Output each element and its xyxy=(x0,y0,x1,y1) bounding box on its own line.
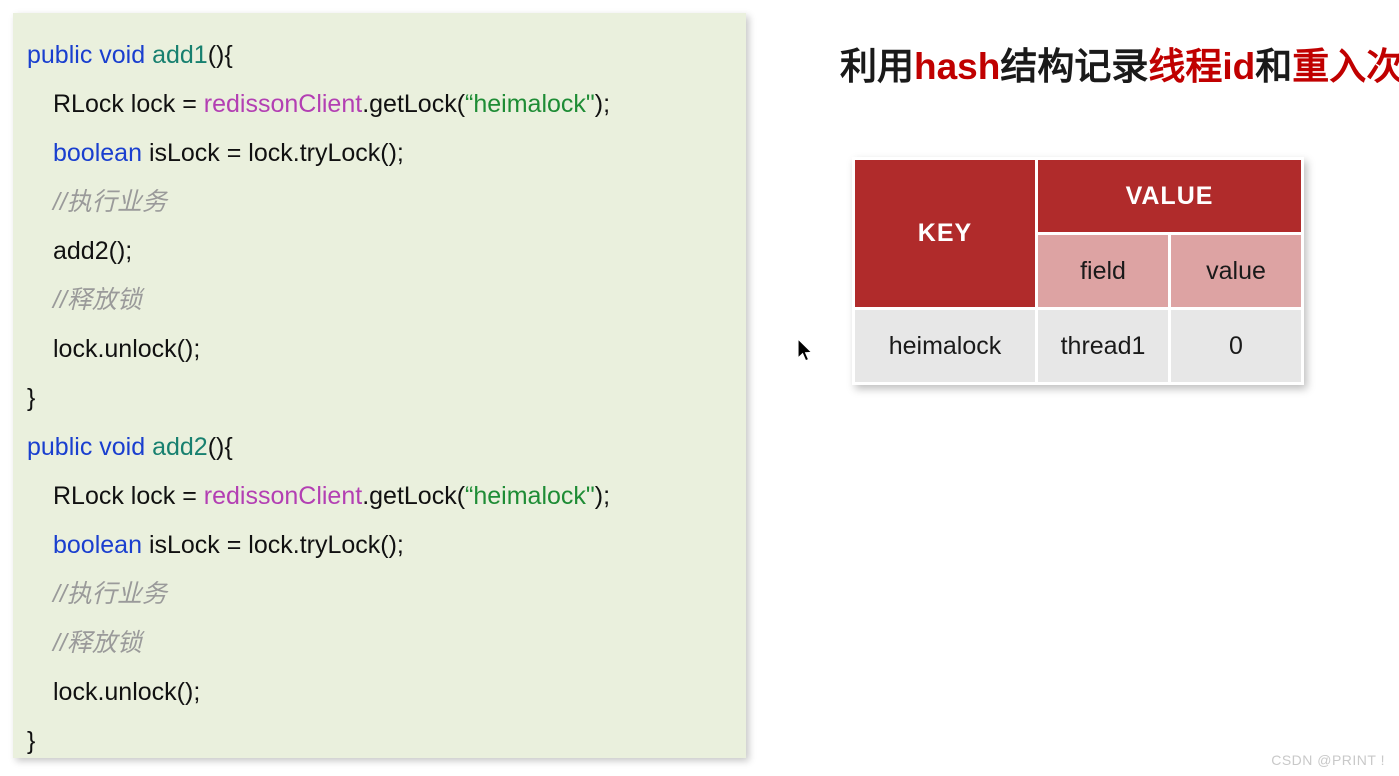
code-token-str: “heimalock" xyxy=(465,90,595,118)
code-token-cmt: //释放锁 xyxy=(53,629,142,657)
cell-key: heimalock xyxy=(855,310,1035,382)
cell-value: 0 xyxy=(1171,310,1301,382)
code-token-cmt: //执行业务 xyxy=(53,188,167,216)
code-token-plain: isLock = lock.tryLock(); xyxy=(148,139,404,167)
code-token-plain: .getLock( xyxy=(362,90,466,118)
code-token-plain: } xyxy=(27,384,36,412)
code-token-method: add2 xyxy=(152,433,208,461)
code-token-plain: RLock lock = xyxy=(53,482,204,510)
code-token-cmt: //释放锁 xyxy=(53,286,142,314)
csdn-watermark: CSDN @PRINT ! xyxy=(1271,752,1385,768)
code-token-kw: public void xyxy=(27,41,153,69)
right-pane: 利用hash结构记录线程id和重入次数 KEY VALUE field valu… xyxy=(770,0,1399,776)
code-token-kw: public void xyxy=(27,433,153,461)
code-line-9: public void add2(){ xyxy=(13,423,746,472)
code-token-plain: RLock lock = xyxy=(53,90,204,118)
code-line-8: } xyxy=(13,374,746,423)
code-line-6: //释放锁 xyxy=(13,276,746,325)
title-segment-1: 利用 xyxy=(840,46,914,87)
title-segment-2: hash xyxy=(914,46,1001,87)
code-token-plain: (){ xyxy=(207,41,233,69)
title-segment-4: 线程id xyxy=(1148,46,1256,87)
table-header-row-1: KEY VALUE xyxy=(855,160,1301,307)
title-segment-3: 结构记录 xyxy=(1000,46,1149,87)
code-line-10: RLock lock = redissonClient.getLock(“hei… xyxy=(13,472,746,521)
code-line-1: public void add1(){ xyxy=(13,31,746,80)
code-token-plain: isLock = lock.tryLock(); xyxy=(148,531,404,559)
code-line-7: lock.unlock(); xyxy=(13,325,746,374)
code-token-plain: ); xyxy=(594,90,611,118)
table-subheader-field: field xyxy=(1038,235,1168,307)
title-segment-6: 重入次数 xyxy=(1292,46,1399,87)
code-token-kw: boolean xyxy=(53,139,149,167)
code-token-method: add1 xyxy=(152,41,208,69)
table-subheader-value: value xyxy=(1171,235,1301,307)
table-header-value: VALUE xyxy=(1038,160,1301,232)
code-token-plain: ); xyxy=(594,482,611,510)
code-line-15: } xyxy=(13,717,746,766)
code-line-3: boolean isLock = lock.tryLock(); xyxy=(13,129,746,178)
table-row: heimalock thread1 0 xyxy=(855,310,1301,382)
code-token-plain: lock.unlock(); xyxy=(53,678,201,706)
code-panel: public void add1(){RLock lock = redisson… xyxy=(13,13,746,758)
cell-field: thread1 xyxy=(1038,310,1168,382)
code-line-11: boolean isLock = lock.tryLock(); xyxy=(13,521,746,570)
code-token-cmt: //执行业务 xyxy=(53,580,167,608)
code-token-obj: redissonClient xyxy=(203,482,363,510)
code-line-4: //执行业务 xyxy=(13,178,746,227)
code-token-kw: boolean xyxy=(53,531,149,559)
code-line-13: //释放锁 xyxy=(13,619,746,668)
table-header-key: KEY xyxy=(855,160,1035,307)
code-token-plain: lock.unlock(); xyxy=(53,335,201,363)
title-segment-5: 和 xyxy=(1255,46,1293,87)
code-token-plain: } xyxy=(27,727,36,755)
code-line-14: lock.unlock(); xyxy=(13,668,746,717)
hash-structure-table: KEY VALUE field value heimalock thread1 … xyxy=(852,157,1304,385)
code-line-5: add2(); xyxy=(13,227,746,276)
code-line-2: RLock lock = redissonClient.getLock(“hei… xyxy=(13,80,746,129)
page-title: 利用hash结构记录线程id和重入次数 xyxy=(840,36,1399,90)
code-line-12: //执行业务 xyxy=(13,570,746,619)
code-token-str: “heimalock" xyxy=(465,482,595,510)
code-token-plain: (){ xyxy=(207,433,233,461)
code-token-plain: add2(); xyxy=(53,237,133,265)
table: KEY VALUE field value heimalock thread1 … xyxy=(852,157,1304,385)
code-token-plain: .getLock( xyxy=(362,482,466,510)
code-token-obj: redissonClient xyxy=(203,90,363,118)
